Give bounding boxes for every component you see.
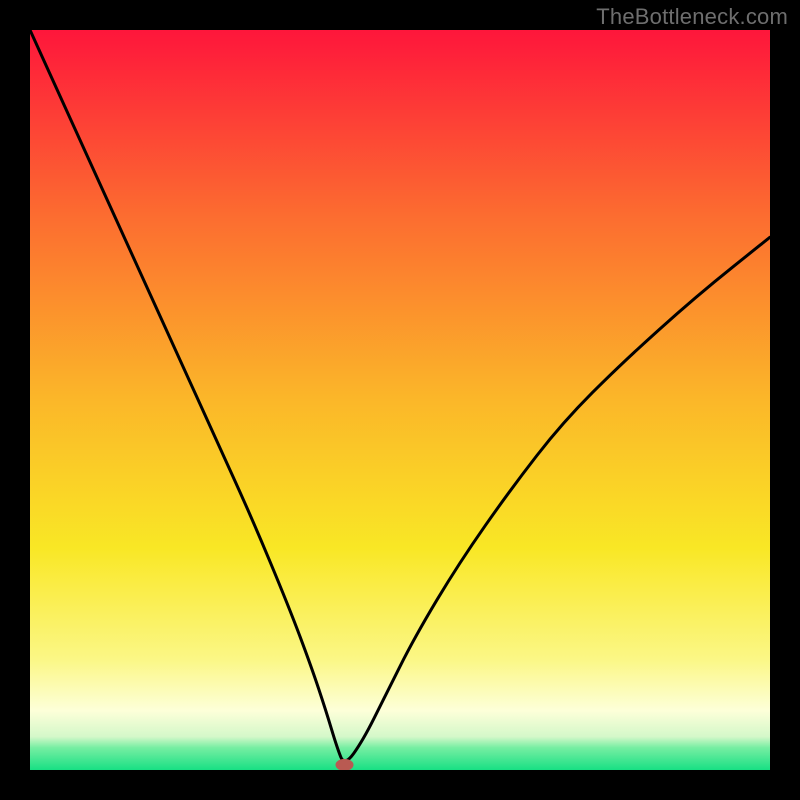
bottleneck-chart <box>30 30 770 770</box>
watermark-text: TheBottleneck.com <box>596 4 788 30</box>
gradient-background <box>30 30 770 770</box>
outer-frame: TheBottleneck.com <box>0 0 800 800</box>
